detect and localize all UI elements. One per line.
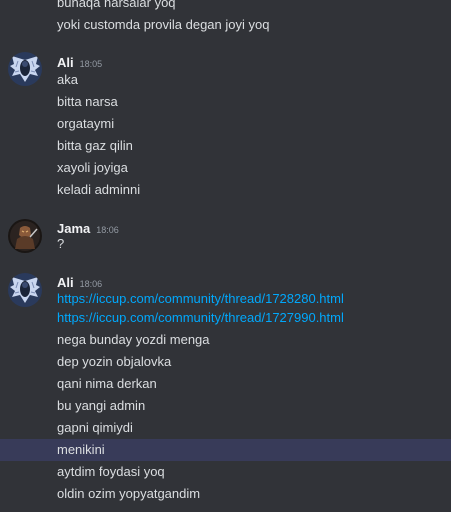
chat-message-list[interactable]: bunaqa narsalar yoq yoki customda provil… xyxy=(0,0,451,512)
message-line: aytdim foydasi yoq xyxy=(57,464,165,479)
message-line: keladi adminni xyxy=(57,182,141,197)
dark-warrior-avatar-icon xyxy=(8,219,42,253)
message-line: bitta gaz qilin xyxy=(57,138,133,153)
message-line: gapni qimiydi xyxy=(57,420,133,435)
message-line: https://iccup.com/community/thread/17279… xyxy=(57,307,451,329)
avatar-ali[interactable] xyxy=(8,52,42,86)
message-line: xayoli joyiga xyxy=(57,160,128,175)
winged-angel-avatar-icon xyxy=(8,52,42,86)
message-line: aka xyxy=(57,72,78,87)
message-line: nega bunday yozdi menga xyxy=(57,332,210,347)
message-line: bitta narsa xyxy=(57,94,118,109)
message-line: oldin ozim yopyatgandim xyxy=(57,486,201,501)
message-line: orgataymi xyxy=(57,116,115,131)
thread-link[interactable]: https://iccup.com/community/thread/17282… xyxy=(57,291,344,306)
message-line: qani nima derkan xyxy=(57,376,157,391)
avatar-ali[interactable] xyxy=(8,273,42,307)
avatar-jama[interactable] xyxy=(8,219,42,253)
message-line: bunaqa narsalar yoq xyxy=(57,0,176,10)
thread-link[interactable]: https://iccup.com/community/thread/17279… xyxy=(57,310,344,325)
message-line-highlighted[interactable]: menikini xyxy=(0,439,451,461)
message-line: bu yangi admin xyxy=(57,398,146,413)
message-line: ? xyxy=(57,236,65,251)
timestamp: 18:05 xyxy=(79,59,103,69)
username[interactable]: Ali xyxy=(57,55,74,70)
winged-angel-avatar-icon xyxy=(8,273,42,307)
message-line: yoki customda provila degan joyi yoq xyxy=(57,17,270,32)
message-line: dep yozin objalovka xyxy=(57,354,172,369)
